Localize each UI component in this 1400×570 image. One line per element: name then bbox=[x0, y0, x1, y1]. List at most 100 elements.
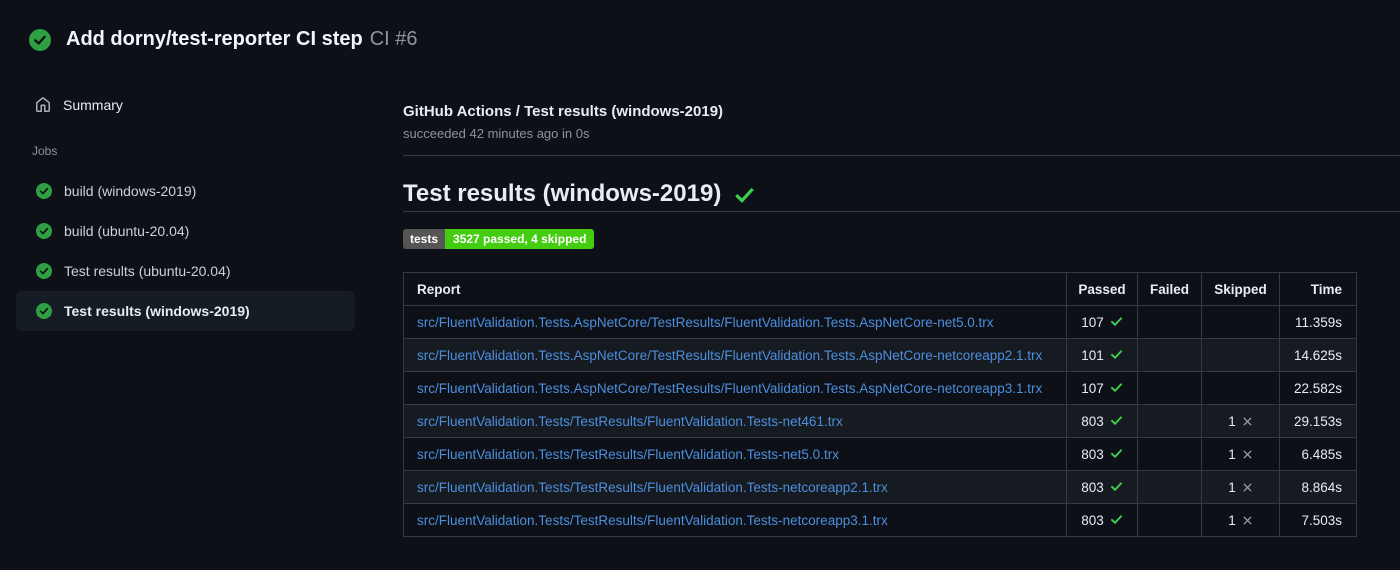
failed-cell bbox=[1137, 338, 1202, 372]
report-cell: src/FluentValidation.Tests.AspNetCore/Te… bbox=[403, 338, 1067, 372]
table-row: src/FluentValidation.Tests/TestResults/F… bbox=[403, 404, 1357, 438]
time-cell: 8.864s bbox=[1279, 470, 1357, 504]
skipped-x-icon bbox=[1243, 483, 1252, 491]
passed-cell: 107 bbox=[1066, 305, 1138, 339]
passed-check-icon bbox=[1110, 349, 1123, 359]
badge-label: tests bbox=[403, 229, 446, 249]
check-run-breadcrumb: GitHub Actions / Test results (windows-2… bbox=[403, 103, 724, 120]
time-cell: 29.153s bbox=[1279, 404, 1357, 438]
report-link[interactable]: src/FluentValidation.Tests/TestResults/F… bbox=[417, 414, 843, 429]
time-cell: 6.485s bbox=[1279, 437, 1357, 471]
success-check-circle-icon bbox=[36, 303, 52, 319]
time-cell: 7.503s bbox=[1279, 503, 1357, 537]
report-cell: src/FluentValidation.Tests.AspNetCore/Te… bbox=[403, 371, 1067, 405]
report-link[interactable]: src/FluentValidation.Tests.AspNetCore/Te… bbox=[417, 348, 1042, 363]
success-check-circle-icon bbox=[36, 223, 52, 239]
column-header-report: Report bbox=[403, 272, 1067, 306]
report-link[interactable]: src/FluentValidation.Tests/TestResults/F… bbox=[417, 447, 839, 462]
column-header-skipped: Skipped bbox=[1201, 272, 1280, 306]
report-link[interactable]: src/FluentValidation.Tests/TestResults/F… bbox=[417, 513, 888, 528]
cell-value: 6.485s bbox=[1301, 446, 1342, 462]
failed-cell bbox=[1137, 371, 1202, 405]
report-cell: src/FluentValidation.Tests/TestResults/F… bbox=[403, 470, 1067, 504]
passed-cell: 803 bbox=[1066, 437, 1138, 471]
run-title-text: Add dorny/test-reporter CI step bbox=[66, 28, 363, 50]
passed-cell: 107 bbox=[1066, 371, 1138, 405]
run-header: Add dorny/test-reporter CI step CI #6 bbox=[29, 28, 418, 51]
skipped-cell: 1 bbox=[1201, 404, 1280, 438]
time-cell: 14.625s bbox=[1279, 338, 1357, 372]
table-row: src/FluentValidation.Tests.AspNetCore/Te… bbox=[403, 338, 1357, 372]
report-link[interactable]: src/FluentValidation.Tests/TestResults/F… bbox=[417, 480, 888, 495]
failed-cell bbox=[1137, 404, 1202, 438]
cell-value: 1 bbox=[1228, 479, 1236, 495]
table-row: src/FluentValidation.Tests/TestResults/F… bbox=[403, 470, 1357, 504]
passed-check-icon bbox=[1110, 316, 1123, 326]
table-row: src/FluentValidation.Tests/TestResults/F… bbox=[403, 503, 1357, 537]
column-header-failed: Failed bbox=[1137, 272, 1202, 306]
cell-value: 107 bbox=[1081, 380, 1104, 396]
cell-value: 803 bbox=[1081, 479, 1104, 495]
report-cell: src/FluentValidation.Tests/TestResults/F… bbox=[403, 404, 1067, 438]
sidebar-job-item[interactable]: build (ubuntu-20.04) bbox=[16, 211, 355, 251]
report-link[interactable]: src/FluentValidation.Tests.AspNetCore/Te… bbox=[417, 315, 994, 330]
skipped-cell: 1 bbox=[1201, 437, 1280, 471]
skipped-x-icon bbox=[1243, 450, 1252, 458]
title-check-icon bbox=[734, 185, 755, 206]
time-cell: 22.582s bbox=[1279, 371, 1357, 405]
report-cell: src/FluentValidation.Tests/TestResults/F… bbox=[403, 437, 1067, 471]
passed-cell: 803 bbox=[1066, 404, 1138, 438]
passed-cell: 803 bbox=[1066, 470, 1138, 504]
report-cell: src/FluentValidation.Tests/TestResults/F… bbox=[403, 503, 1067, 537]
summary-label: Summary bbox=[63, 97, 123, 113]
cell-value: 1 bbox=[1228, 413, 1236, 429]
passed-check-icon bbox=[1110, 448, 1123, 458]
column-header-time: Time bbox=[1279, 272, 1357, 306]
passed-cell: 101 bbox=[1066, 338, 1138, 372]
cell-value: 803 bbox=[1081, 512, 1104, 528]
success-check-circle-icon bbox=[36, 183, 52, 199]
skipped-x-icon bbox=[1243, 417, 1252, 425]
failed-cell bbox=[1137, 470, 1202, 504]
section-title-text: Test results (windows-2019) bbox=[403, 180, 722, 207]
section-title: Test results (windows-2019) bbox=[403, 180, 755, 208]
tests-badge: tests 3527 passed, 4 skipped bbox=[403, 229, 595, 249]
passed-check-icon bbox=[1110, 382, 1123, 392]
passed-cell: 803 bbox=[1066, 503, 1138, 537]
success-check-circle-icon bbox=[36, 263, 52, 279]
passed-check-icon bbox=[1110, 481, 1123, 491]
home-icon bbox=[35, 97, 51, 113]
table-row: src/FluentValidation.Tests.AspNetCore/Te… bbox=[403, 305, 1357, 339]
report-link[interactable]: src/FluentValidation.Tests.AspNetCore/Te… bbox=[417, 381, 1042, 396]
cell-value: 803 bbox=[1081, 446, 1104, 462]
skipped-x-icon bbox=[1243, 516, 1252, 524]
column-header-passed: Passed bbox=[1066, 272, 1138, 306]
table-row: src/FluentValidation.Tests/TestResults/F… bbox=[403, 437, 1357, 471]
divider bbox=[403, 211, 1400, 212]
sidebar: Summary Jobs build (windows-2019) build … bbox=[0, 80, 380, 331]
sidebar-item-summary[interactable]: Summary bbox=[35, 93, 380, 117]
cell-value: 1 bbox=[1228, 446, 1236, 462]
skipped-cell bbox=[1201, 305, 1280, 339]
skipped-cell: 1 bbox=[1201, 470, 1280, 504]
job-label: Test results (windows-2019) bbox=[64, 303, 250, 319]
success-check-circle-icon bbox=[29, 28, 51, 51]
sidebar-job-item[interactable]: Test results (ubuntu-20.04) bbox=[16, 251, 355, 291]
job-list: build (windows-2019) build (ubuntu-20.04… bbox=[0, 171, 380, 331]
sidebar-job-item[interactable]: build (windows-2019) bbox=[16, 171, 355, 211]
cell-value: 101 bbox=[1081, 347, 1104, 363]
failed-cell bbox=[1137, 503, 1202, 537]
table-header-row: Report Passed Failed Skipped Time bbox=[403, 272, 1357, 306]
table-row: src/FluentValidation.Tests.AspNetCore/Te… bbox=[403, 371, 1357, 405]
cell-value: 11.359s bbox=[1294, 314, 1342, 330]
skipped-cell: 1 bbox=[1201, 503, 1280, 537]
cell-value: 107 bbox=[1081, 314, 1104, 330]
sidebar-job-item[interactable]: Test results (windows-2019) bbox=[16, 291, 355, 331]
cell-value: 803 bbox=[1081, 413, 1104, 429]
skipped-cell bbox=[1201, 371, 1280, 405]
time-cell: 11.359s bbox=[1279, 305, 1357, 339]
passed-check-icon bbox=[1110, 415, 1123, 425]
job-label: Test results (ubuntu-20.04) bbox=[64, 263, 231, 279]
job-label: build (windows-2019) bbox=[64, 183, 197, 199]
jobs-section-label: Jobs bbox=[32, 144, 58, 158]
